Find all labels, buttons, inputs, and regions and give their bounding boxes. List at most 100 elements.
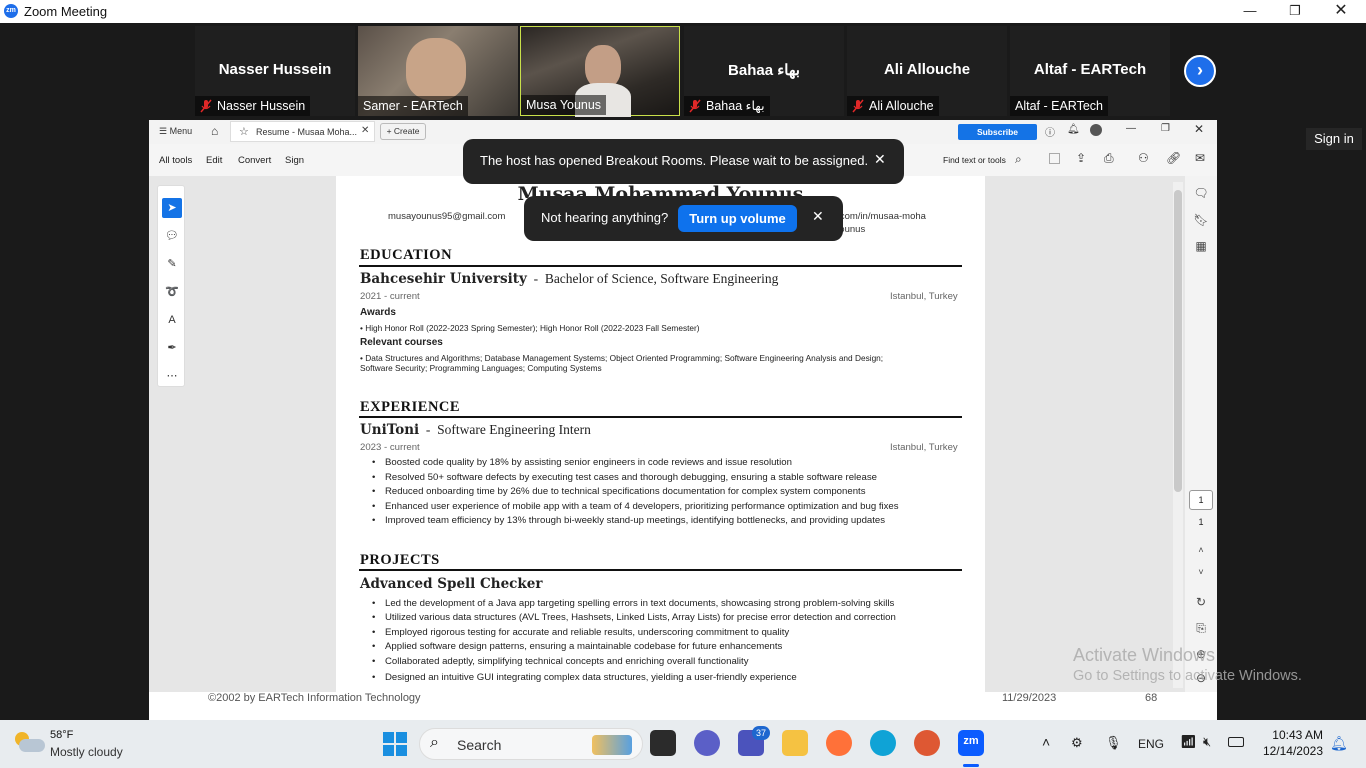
comment-panel-icon[interactable]: 🗨︎ [1193,185,1209,201]
close-tab-icon[interactable]: ✕ [361,125,369,136]
participant-tile-active[interactable]: Musa Younus [520,26,680,117]
email-icon[interactable]: ✉ [1195,151,1205,165]
teams-chat-icon[interactable] [694,730,720,756]
firefox-icon[interactable] [826,730,852,756]
experience-bullet: Resolved 50+ software defects by executi… [372,472,877,483]
text-box-icon[interactable]: A [162,310,182,330]
volume-message: Not hearing anything? [541,210,669,225]
sign-in-button[interactable]: Sign in [1306,128,1362,150]
print-icon[interactable]: ⎙ [1104,151,1114,166]
edit-button[interactable]: Edit [206,155,222,166]
start-windows-icon[interactable] [383,732,407,756]
bookmark-panel-icon[interactable]: 🔖︎ [1193,212,1209,228]
menu-button[interactable]: ☰ Menu [159,126,192,137]
section-divider [359,265,962,267]
bell-icon[interactable]: 🔔︎ [1067,124,1080,135]
participant-label: Ali Allouche [847,96,939,116]
turn-up-volume-button[interactable]: Turn up volume [678,205,797,232]
window-title: Zoom Meeting [24,4,108,19]
courses-text: • Data Structures and Algorithms; Databa… [360,353,884,363]
mic-muted-icon [852,99,864,113]
search-icon[interactable]: ⌕ [1015,152,1022,167]
participant-tile[interactable]: Bahaa بهاء Bahaa بهاء [684,26,844,116]
close-icon[interactable]: ✕ [1331,2,1351,20]
sign-button[interactable]: Sign [285,155,304,166]
minimize-icon[interactable]: — [1240,2,1260,20]
all-tools-button[interactable]: All tools [159,155,192,166]
acrobat-close-icon[interactable]: ✕ [1194,122,1204,136]
account-icon[interactable] [1090,124,1102,136]
breakout-notification: The host has opened Breakout Rooms. Plea… [463,139,904,184]
awards-text: • High Honor Roll (2022-2023 Spring Seme… [360,323,700,333]
task-view-icon[interactable] [650,730,676,756]
create-button[interactable]: + Create [380,123,426,140]
activate-windows-title: Activate Windows [1073,645,1216,665]
chevron-up-icon[interactable]: ˄ [1042,734,1050,750]
close-volume-icon[interactable]: ✕ [812,208,824,225]
notification-bell-icon[interactable]: 🔔︎ [1330,735,1348,752]
microphone-icon[interactable]: 🎙︎ [1105,735,1122,751]
more-tools-icon[interactable]: ⋯ [162,366,182,386]
find-tools-input[interactable]: Find text or tools [943,155,1006,165]
section-divider [359,569,962,571]
scrollbar-thumb[interactable] [1174,190,1182,492]
home-icon[interactable]: ⌂ [211,124,218,138]
resume-page: Musaa Mohammad Younus musayounus95@gmail… [336,176,985,692]
participant-label: Samer - EARTech [358,96,468,116]
wifi-icon[interactable]: 📶︎ [1180,734,1197,750]
link-icon[interactable]: 🔗︎ [1166,151,1181,165]
battery-icon[interactable] [1228,737,1244,747]
refresh-icon[interactable]: ↻ [1193,594,1209,610]
thumbnails-icon[interactable]: ▦ [1193,238,1209,254]
weather-cloud-icon[interactable] [15,730,45,754]
zoom-app-icon[interactable]: zm [958,730,984,756]
participant-face [406,38,466,100]
right-panel-rail: 🗨︎ 🔖︎ ▦ 1 1 ˄ ˅ ↻ ⎘ ⊕ ⊖ [1185,176,1217,692]
participant-name: Bahaa بهاء [728,62,800,79]
breakout-message: The host has opened Breakout Rooms. Plea… [480,153,869,168]
participant-tile[interactable]: Samer - EARTech [358,26,518,116]
network-icon[interactable]: ⚙ [1071,735,1083,751]
select-cursor-icon[interactable]: ➤ [162,198,182,218]
document-tab[interactable]: ☆ Resume - Musaa Moha... ✕ [230,121,375,142]
participant-tile[interactable]: Altaf - EARTech Altaf - EARTech [1010,26,1170,116]
share-people-icon[interactable]: ⚇ [1138,151,1149,165]
participant-tile[interactable]: Nasser Hussein Nasser Hussein [195,26,355,116]
save-file-icon[interactable]: ⎘ [1193,620,1209,636]
file-explorer-icon[interactable] [782,730,808,756]
convert-button[interactable]: Convert [238,155,271,166]
clock-time[interactable]: 10:43 AM [1263,728,1323,742]
language-indicator[interactable]: ENG [1138,737,1164,751]
edge-icon[interactable] [870,730,896,756]
acrobat-restore-icon[interactable]: ❐ [1161,123,1170,134]
duckduckgo-icon[interactable] [914,730,940,756]
acrobat-minimize-icon[interactable]: — [1126,123,1136,134]
next-page-chevron-icon[interactable]: › [1184,55,1216,87]
experience-heading: EXPERIENCE [360,399,461,415]
search-highlight-icon [592,735,632,755]
page-up-icon[interactable]: ˄ [1193,542,1209,558]
weather-temp[interactable]: 58°F [50,729,73,741]
resume-email[interactable]: musayounus95@gmail.com [388,211,505,222]
upload-icon[interactable]: ⇪ [1076,151,1086,165]
draw-lasso-icon[interactable]: ➰ [162,282,182,302]
experience-location: Istanbul, Turkey [890,442,958,453]
participant-name: Ali Allouche [883,61,971,78]
clock-date[interactable]: 12/14/2023 [1253,744,1323,758]
participant-tile[interactable]: Ali Allouche Ali Allouche [847,26,1007,116]
fill-sign-icon[interactable]: ✒ [162,338,182,358]
maximize-icon[interactable]: ❐ [1285,2,1305,20]
help-icon[interactable]: ⓘ [1045,124,1055,139]
subscribe-button[interactable]: Subscribe [958,124,1037,140]
page-down-icon[interactable]: ˅ [1193,564,1209,580]
search-box[interactable]: ⌕ Search [419,728,643,760]
add-comment-icon[interactable]: 💬︎ [162,226,182,246]
highlight-pen-icon[interactable]: ✎ [162,254,182,274]
weather-desc[interactable]: Mostly cloudy [50,745,123,759]
star-icon: ☆ [239,126,249,138]
project-bullet: Collaborated adeptly, simplifying techni… [372,656,749,667]
page-number-input[interactable]: 1 [1189,490,1213,510]
save-icon[interactable] [1049,153,1060,164]
close-notification-icon[interactable]: ✕ [874,151,886,168]
speaker-muted-icon[interactable]: 🔇︎ [1203,734,1211,750]
